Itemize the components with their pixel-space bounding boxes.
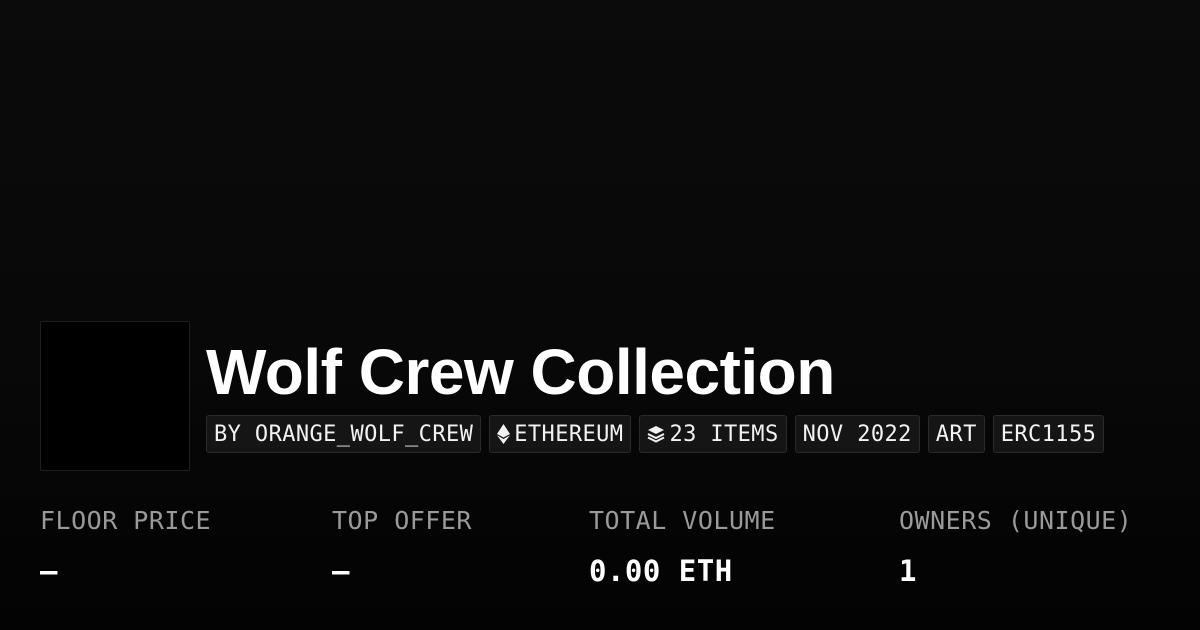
chain-chip: ETHEREUM: [489, 415, 632, 453]
owners-value: 1: [899, 554, 917, 588]
top-offer-value: —: [332, 554, 350, 588]
stat-owners: OWNERS (UNIQUE) 1: [899, 503, 1132, 589]
items-chip-label: 23 ITEMS: [669, 421, 779, 447]
standard-chip-label: ERC1155: [1000, 421, 1097, 447]
creator-chip-label: BY ORANGE_WOLF_CREW: [214, 421, 474, 447]
items-chip: 23 ITEMS: [639, 415, 787, 453]
standard-chip: ERC1155: [992, 415, 1105, 453]
ethereum-icon: [497, 424, 511, 444]
stat-floor-price: FLOOR PRICE —: [40, 503, 211, 589]
date-chip: NOV 2022: [794, 415, 920, 453]
total-volume-value: 0.00 ETH: [589, 554, 733, 588]
creator-chip[interactable]: BY ORANGE_WOLF_CREW: [206, 415, 482, 453]
collection-meta-chips: BY ORANGE_WOLF_CREW ETHEREUM 23 ITEMS NO…: [206, 415, 1105, 453]
collection-stats: FLOOR PRICE — TOP OFFER — TOTAL VOLUME 0…: [0, 503, 1200, 603]
total-volume-label: TOTAL VOLUME: [589, 506, 776, 535]
floor-price-value: —: [40, 554, 58, 588]
owners-label: OWNERS (UNIQUE): [899, 506, 1133, 535]
floor-price-label: FLOOR PRICE: [40, 506, 212, 535]
top-offer-label: TOP OFFER: [332, 506, 472, 535]
chain-chip-label: ETHEREUM: [514, 421, 624, 447]
date-chip-label: NOV 2022: [802, 421, 912, 447]
collection-avatar: [40, 321, 190, 471]
layers-icon: [647, 425, 665, 443]
category-chip: ART: [927, 415, 985, 453]
stat-top-offer: TOP OFFER —: [332, 503, 472, 589]
collection-title: Wolf Crew Collection: [206, 336, 835, 408]
category-chip-label: ART: [935, 421, 977, 447]
stat-total-volume: TOTAL VOLUME 0.00 ETH: [589, 503, 776, 589]
